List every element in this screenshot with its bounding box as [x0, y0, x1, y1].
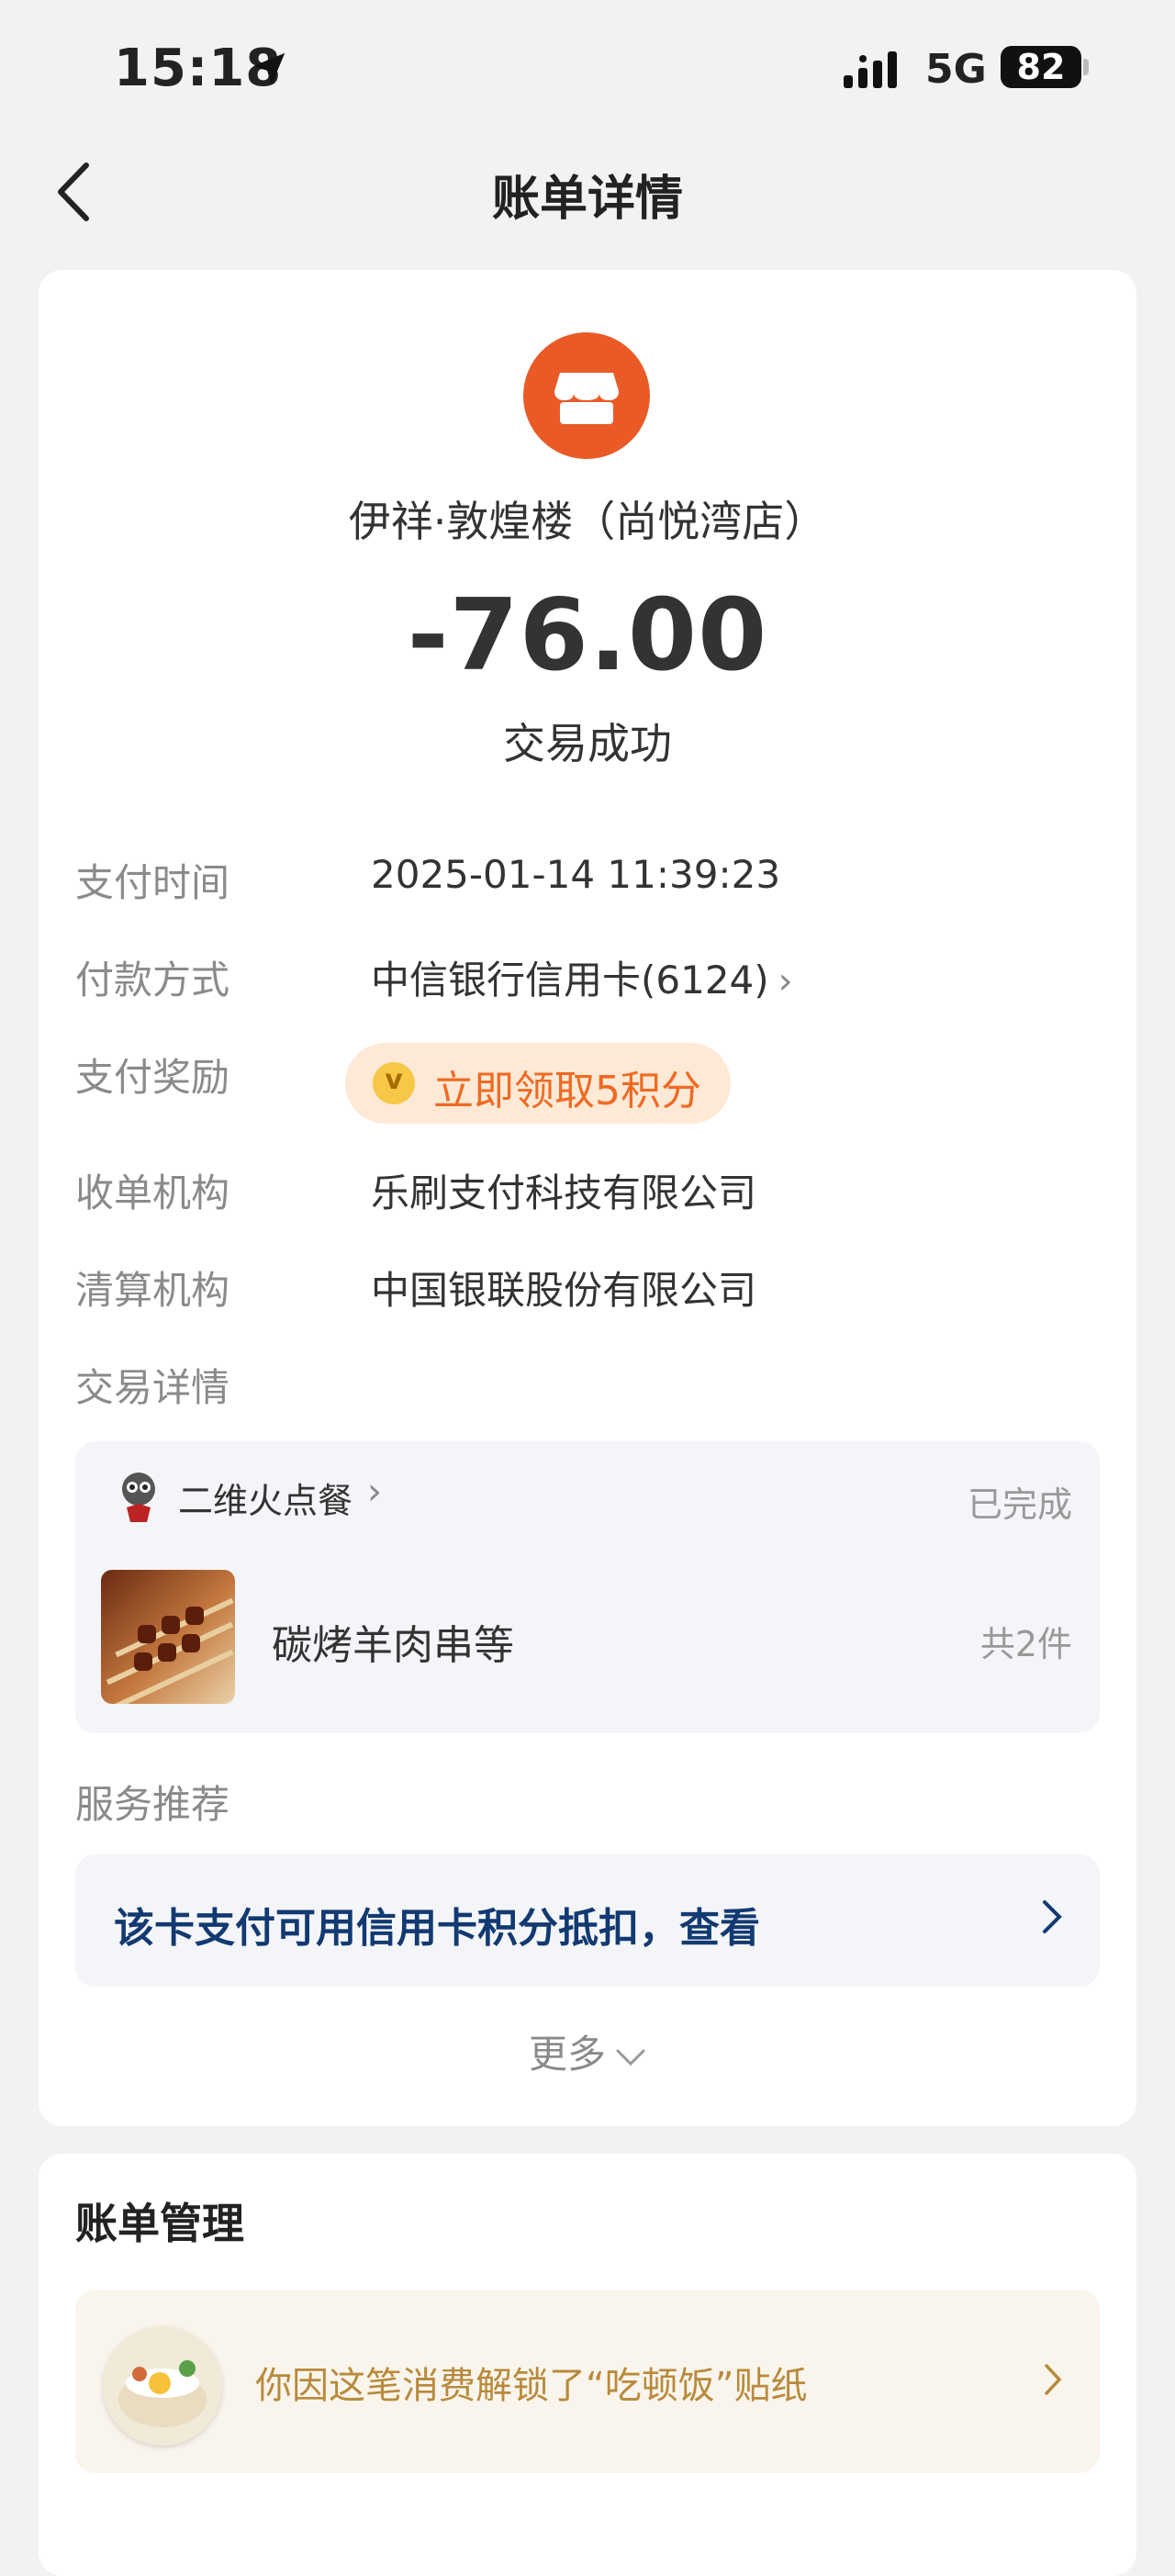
pay-method-value: 中信银行信用卡(6124): [371, 958, 769, 1002]
bill-amount: -76.00: [407, 578, 768, 693]
service-label: 服务推荐: [75, 1782, 230, 1827]
item-name: 碳烤羊肉串等: [272, 1622, 514, 1669]
claim-points-button[interactable]: v 立即领取5积分: [345, 1043, 731, 1124]
sticker-banner[interactable]: 你因这笔消费解锁了“吃顿饭”贴纸: [75, 2290, 1100, 2473]
nav-header: 账单详情: [0, 138, 1175, 248]
manage-title: 账单管理: [75, 2199, 244, 2248]
order-detail-box[interactable]: 二维火点餐 › 已完成 碳烤羊肉串等 共2件: [75, 1441, 1100, 1733]
sticker-image: [103, 2326, 222, 2446]
clearing-value: 中国银联股份有限公司: [371, 1268, 757, 1313]
chevron-right-icon: [1043, 1900, 1062, 1933]
claim-points-label: 立即领取5积分: [433, 1068, 701, 1114]
clearing-label: 清算机构: [75, 1268, 230, 1313]
bill-manage-card: 账单管理 你因这笔消费解锁了“吃顿饭”贴纸: [39, 2154, 1136, 2576]
acquirer-value: 乐刷支付科技有限公司: [371, 1170, 757, 1215]
chevron-right-icon: [1045, 2364, 1062, 2395]
pay-method-link[interactable]: 中信银行信用卡(6124) ›: [371, 949, 793, 1005]
network-type: 5G: [925, 46, 987, 93]
more-button[interactable]: 更多: [39, 2023, 1136, 2079]
acquirer-label: 收单机构: [75, 1170, 230, 1215]
location-arrow-icon: [252, 52, 285, 85]
page-title: 账单详情: [491, 172, 683, 227]
more-label: 更多: [528, 2032, 606, 2077]
recommend-text: 该卡支付可用信用卡积分抵扣，查看: [114, 1905, 760, 1952]
store-icon: [523, 332, 650, 459]
trade-detail-label: 交易详情: [75, 1365, 230, 1410]
chevron-right-icon: ›: [778, 960, 793, 1002]
chevron-down-icon: [616, 2049, 645, 2066]
pay-method-label: 付款方式: [75, 958, 230, 1002]
merchant-name: 伊祥·敦煌楼（尚悦湾店）: [348, 497, 827, 546]
signal-icon: [844, 51, 897, 88]
food-image: [101, 1570, 235, 1704]
item-count: 共2件: [979, 1624, 1072, 1664]
points-coin-icon: v: [373, 1062, 415, 1104]
reward-label: 支付奖励: [75, 1055, 230, 1100]
chevron-right-icon: ›: [367, 1471, 382, 1513]
sticker-text: 你因这笔消费解锁了“吃顿饭”贴纸: [255, 2365, 808, 2407]
status-bar: 15:18 5G 82: [0, 0, 1175, 138]
battery-tip: [1083, 59, 1089, 75]
pay-time-label: 支付时间: [75, 860, 230, 905]
order-status: 已完成: [967, 1484, 1072, 1525]
battery-icon: 82: [1001, 46, 1081, 88]
shop-name: 二维火点餐: [178, 1481, 353, 1521]
transaction-status: 交易成功: [503, 719, 672, 768]
shop-logo-icon: [122, 1473, 155, 1522]
bill-detail-card: 伊祥·敦煌楼（尚悦湾店） -76.00 交易成功 支付时间 2025-01-14…: [39, 270, 1136, 2126]
pay-time-value: 2025-01-14 11:39:23: [371, 852, 781, 897]
points-deduction-banner[interactable]: 该卡支付可用信用卡积分抵扣，查看: [75, 1854, 1100, 1987]
